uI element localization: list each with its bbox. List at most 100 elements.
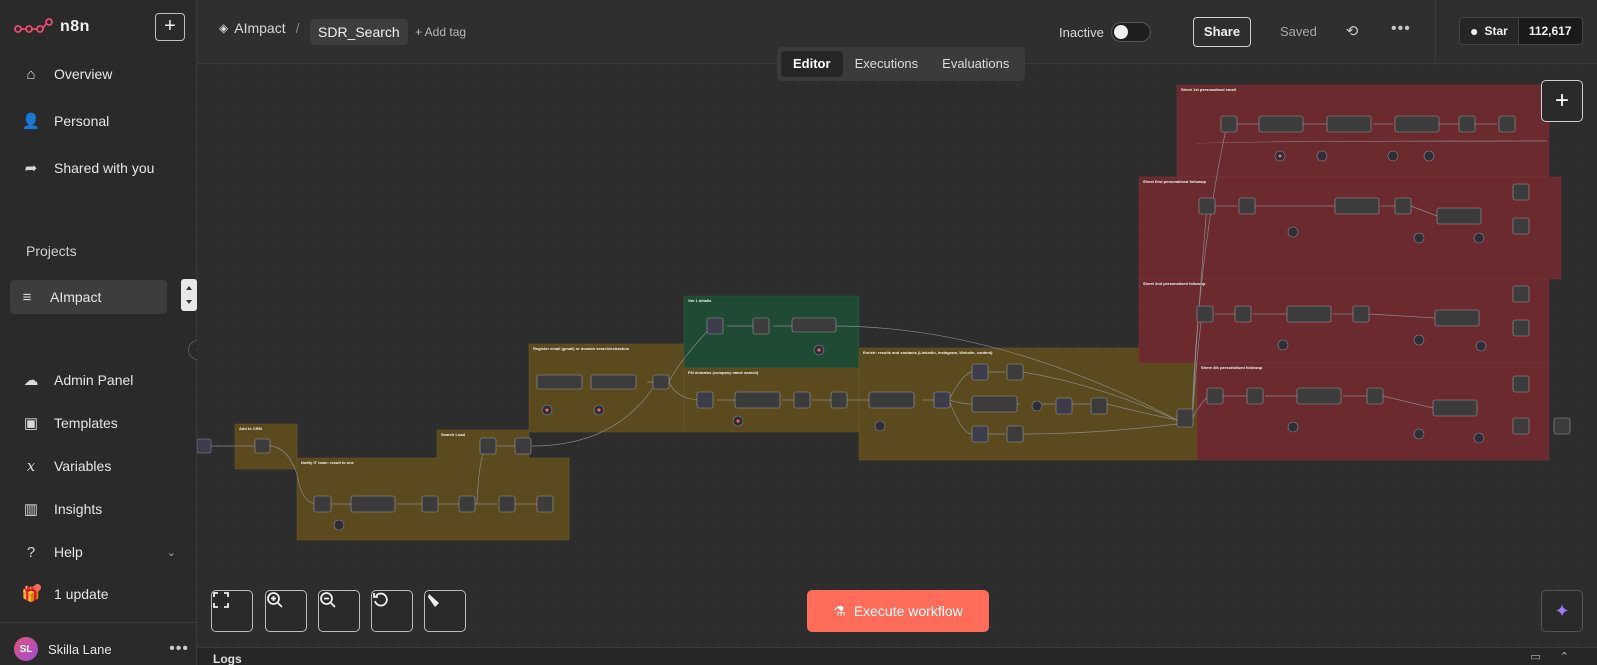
sidebar-item-admin-panel[interactable]: ☁ Admin Panel: [14, 363, 184, 397]
breadcrumb[interactable]: ◈ AImpact /: [219, 20, 299, 36]
workflow-node[interactable]: [350, 495, 396, 513]
workflow-node[interactable]: [479, 437, 497, 455]
workflow-node[interactable]: [971, 395, 1018, 413]
workflow-node[interactable]: [1334, 197, 1380, 215]
workflow-node[interactable]: [1498, 115, 1516, 133]
sidebar-item-label: Help: [54, 544, 83, 560]
workflow-node[interactable]: [1512, 375, 1530, 393]
activation-toggle[interactable]: [1111, 22, 1151, 42]
workflow-node[interactable]: [1234, 305, 1252, 323]
scrollbar[interactable]: [181, 279, 197, 311]
workflow-node[interactable]: [1553, 417, 1571, 435]
workflow-node[interactable]: [1352, 305, 1370, 323]
ai-assistant-button[interactable]: ✦: [1541, 590, 1583, 632]
sidebar-item-personal[interactable]: 👤 Personal: [14, 104, 184, 138]
workflow-node[interactable]: [1366, 387, 1384, 405]
logo[interactable]: n8n: [14, 14, 90, 40]
workflow-node[interactable]: [830, 391, 848, 409]
new-button[interactable]: +: [155, 13, 185, 41]
workflow-node[interactable]: [1258, 115, 1304, 133]
sidebar-item-variables[interactable]: 𝑥 Variables: [14, 449, 184, 483]
workflow-node[interactable]: [752, 317, 770, 335]
workflow-node[interactable]: [514, 437, 532, 455]
workflow-node[interactable]: [1055, 397, 1073, 415]
workflow-node[interactable]: [706, 317, 724, 335]
workflow-name[interactable]: SDR_Search: [310, 19, 408, 45]
tab-evaluations[interactable]: Evaluations: [930, 51, 1021, 77]
zoom-out-button[interactable]: [318, 590, 360, 632]
workflow-node[interactable]: [1512, 417, 1530, 435]
workflow-node[interactable]: [1220, 115, 1238, 133]
tab-editor[interactable]: Editor: [781, 51, 843, 77]
sidebar-item-templates[interactable]: ▣ Templates: [14, 406, 184, 440]
tidy-up-button[interactable]: [424, 590, 466, 632]
workflow-node[interactable]: [1512, 319, 1530, 337]
workflow-node[interactable]: [1090, 397, 1108, 415]
user-menu[interactable]: SL Skilla Lane •••: [14, 637, 189, 661]
execute-workflow-button[interactable]: ⚗ Execute workflow: [807, 590, 989, 632]
more-icon[interactable]: •••: [1391, 20, 1411, 38]
workflow-node[interactable]: [1206, 387, 1224, 405]
workflow-node[interactable]: [458, 495, 476, 513]
workflow-node[interactable]: [1394, 115, 1440, 133]
workflow-node[interactable]: [696, 391, 714, 409]
sidebar-item-insights[interactable]: ▥ Insights: [14, 492, 184, 526]
workflow-node[interactable]: [536, 374, 583, 390]
workflow-node[interactable]: [791, 317, 837, 333]
logs-panel[interactable]: Logs ▭ ⌃: [197, 647, 1597, 665]
sidebar-item-help[interactable]: ? Help ⌄: [14, 535, 184, 569]
workflow-node[interactable]: [1394, 197, 1412, 215]
workflow-node[interactable]: [1434, 309, 1480, 327]
workflow-node[interactable]: [1512, 217, 1530, 235]
workflow-node[interactable]: [1006, 363, 1024, 381]
workflow-node[interactable]: [971, 425, 989, 443]
workflow-node[interactable]: [734, 391, 781, 409]
zoom-in-button[interactable]: [265, 590, 307, 632]
workflow-node[interactable]: [1286, 305, 1332, 323]
logs-controls[interactable]: ▭ ⌃: [1530, 650, 1577, 663]
github-star-button[interactable]: ● Star 112,617: [1459, 17, 1583, 45]
add-tag-button[interactable]: + Add tag: [415, 25, 466, 39]
workflow-node[interactable]: [1432, 399, 1478, 417]
workflow-canvas[interactable]: Add to CRM Notify IT team: result to one…: [197, 64, 1597, 647]
workflow-node[interactable]: [1176, 408, 1194, 428]
share-button[interactable]: Share: [1193, 17, 1251, 47]
add-node-button[interactable]: +: [1541, 80, 1583, 122]
workflow-node[interactable]: [498, 495, 516, 513]
workflow-node[interactable]: [1238, 197, 1256, 215]
workflow-node[interactable]: [1196, 305, 1214, 323]
workflow-node[interactable]: [1326, 115, 1372, 133]
workflow-node[interactable]: [590, 374, 637, 390]
workflow-node[interactable]: [1512, 285, 1530, 303]
reset-zoom-button[interactable]: [371, 590, 413, 632]
workflow-node[interactable]: [1246, 387, 1264, 405]
workflow-node[interactable]: [1458, 115, 1476, 133]
divider: [0, 622, 197, 623]
sticky-note-4th-followup[interactable]: Sheet 4th personalised followup: [1196, 362, 1550, 461]
workflow-node[interactable]: [1436, 207, 1482, 225]
workflow-node[interactable]: [254, 438, 271, 454]
workflow-node[interactable]: [1512, 183, 1530, 201]
workflow-node[interactable]: [1198, 197, 1216, 215]
sidebar-item-project[interactable]: ≡ AImpact: [10, 280, 167, 314]
workflow-node[interactable]: [868, 391, 915, 409]
workflow-node[interactable]: [1006, 425, 1024, 443]
workflow-node[interactable]: [1296, 387, 1342, 405]
workflow-node[interactable]: [933, 391, 951, 409]
tab-executions[interactable]: Executions: [843, 51, 931, 77]
workflow-node[interactable]: [421, 495, 439, 513]
workflow-node[interactable]: [652, 374, 670, 390]
sidebar-item-update[interactable]: 🎁 1 update: [14, 577, 184, 611]
sidebar-item-shared[interactable]: ➦ Shared with you: [14, 151, 184, 185]
workflow-node[interactable]: [971, 363, 989, 381]
sidebar-item-overview[interactable]: ⌂ Overview: [14, 57, 184, 91]
zoom-out-icon: [320, 592, 336, 608]
fit-view-button[interactable]: [211, 590, 253, 632]
workflow-node[interactable]: [536, 495, 554, 513]
history-icon[interactable]: ⟲: [1343, 22, 1361, 40]
workflow-node[interactable]: [197, 438, 212, 454]
breadcrumb-project[interactable]: AImpact: [234, 20, 285, 36]
workflow-node[interactable]: [793, 391, 811, 409]
more-icon[interactable]: •••: [169, 640, 189, 658]
workflow-node[interactable]: [313, 495, 332, 513]
